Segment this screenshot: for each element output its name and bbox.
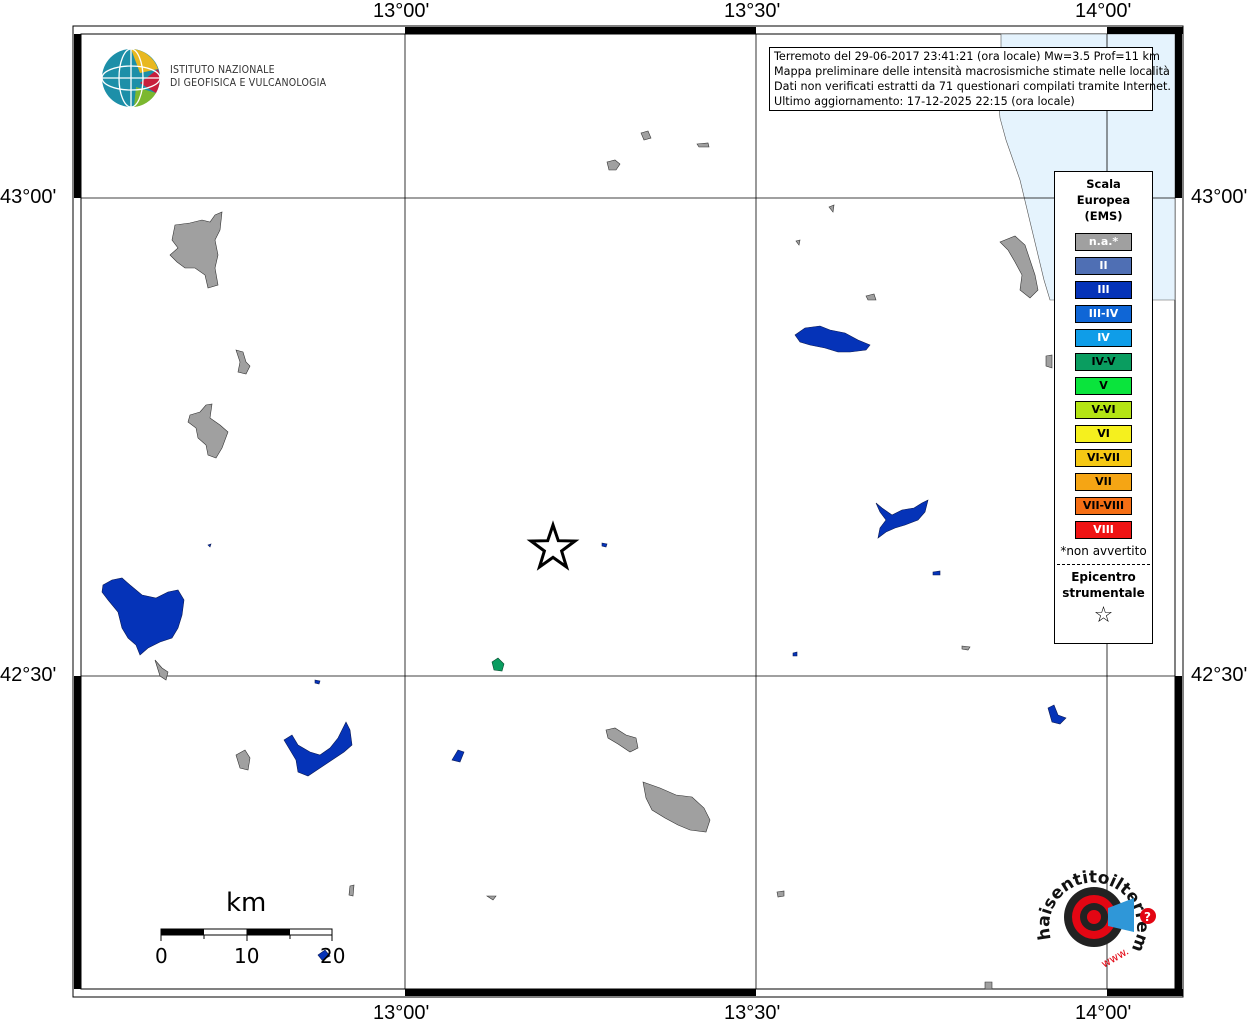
top-label-13-30: 13°30' (724, 0, 781, 22)
ems-legend: Scala Europea (EMS) n.a.* II III III-IV IV IV… (1054, 171, 1153, 644)
legend-epicentre-label: Epicentro strumentale (1055, 569, 1152, 601)
right-label-43-00: 43°00' (1191, 186, 1248, 208)
haisentito-url-text: www. (1099, 945, 1131, 971)
haisentito-logo-icon: haisentitoilterremoto.it www. ? (1036, 864, 1156, 971)
ingv-line1: ISTITUTO NAZIONALE (170, 64, 275, 76)
scale-label-10: 10 (234, 944, 260, 968)
event-info-line1: Terremoto del 29-06-2017 23:41:21 (ora l… (774, 50, 1160, 63)
legend-swatch: VII-VIII (1075, 497, 1132, 515)
bottom-label-13-30: 13°30' (724, 1002, 781, 1024)
legend-swatch: V (1075, 377, 1132, 395)
legend-swatches: n.a.* II III III-IV IV IV-V V V-VI VI VI-VII VII VI… (1055, 233, 1152, 539)
legend-title-line3: (EMS) (1084, 209, 1123, 223)
legend-epicentre-line2: strumentale (1062, 586, 1145, 600)
top-label-13-00: 13°00' (373, 0, 430, 22)
scale-label-0: 0 (155, 944, 168, 968)
legend-swatch: VII (1075, 473, 1132, 491)
event-info-line2: Mappa preliminare delle intensità macros… (774, 65, 1170, 78)
legend-swatch: VIII (1075, 521, 1132, 539)
scale-label-20: 20 (320, 944, 346, 968)
right-label-42-30: 42°30' (1191, 664, 1248, 686)
event-info-line3: Dati non verificati estratti da 71 quest… (774, 80, 1171, 93)
legend-swatch: III-IV (1075, 305, 1132, 323)
legend-swatch: VI (1075, 425, 1132, 443)
ingv-globe-icon (101, 48, 161, 108)
legend-epicentre-line1: Epicentro (1071, 570, 1136, 584)
legend-swatch: II (1075, 257, 1132, 275)
left-label-42-30: 42°30' (0, 664, 57, 686)
left-label-43-00: 43°00' (0, 186, 57, 208)
top-label-14-00: 14°00' (1075, 0, 1132, 22)
legend-swatch: n.a.* (1075, 233, 1132, 251)
legend-swatch: VI-VII (1075, 449, 1132, 467)
legend-swatch: IV (1075, 329, 1132, 347)
legend-swatch: V-VI (1075, 401, 1132, 419)
event-info-box: Terremoto del 29-06-2017 23:41:21 (ora l… (769, 47, 1171, 111)
legend-title-line1: Scala (1086, 177, 1121, 191)
scale-bar-unit: km (226, 888, 267, 918)
legend-title: Scala Europea (EMS) (1055, 176, 1152, 224)
event-info-line4: Ultimo aggiornamento: 17-12-2025 22:15 (… (774, 95, 1075, 108)
legend-note: *non avvertito (1060, 544, 1147, 558)
legend-title-line2: Europea (1076, 193, 1131, 207)
map-area (80, 33, 1176, 990)
ingv-line2: DI GEOFISICA E VULCANOLOGIA (170, 77, 327, 89)
legend-swatch: IV-V (1075, 353, 1132, 371)
ingv-logo-text: ISTITUTO NAZIONALE DI GEOFISICA E VULCAN… (170, 64, 326, 90)
legend-star-icon: ☆ (1093, 603, 1114, 628)
svg-text:?: ? (1144, 910, 1151, 924)
legend-swatch: III (1075, 281, 1132, 299)
bottom-label-13-00: 13°00' (373, 1002, 430, 1024)
bottom-label-14-00: 14°00' (1075, 1002, 1132, 1024)
legend-separator (1057, 564, 1150, 565)
